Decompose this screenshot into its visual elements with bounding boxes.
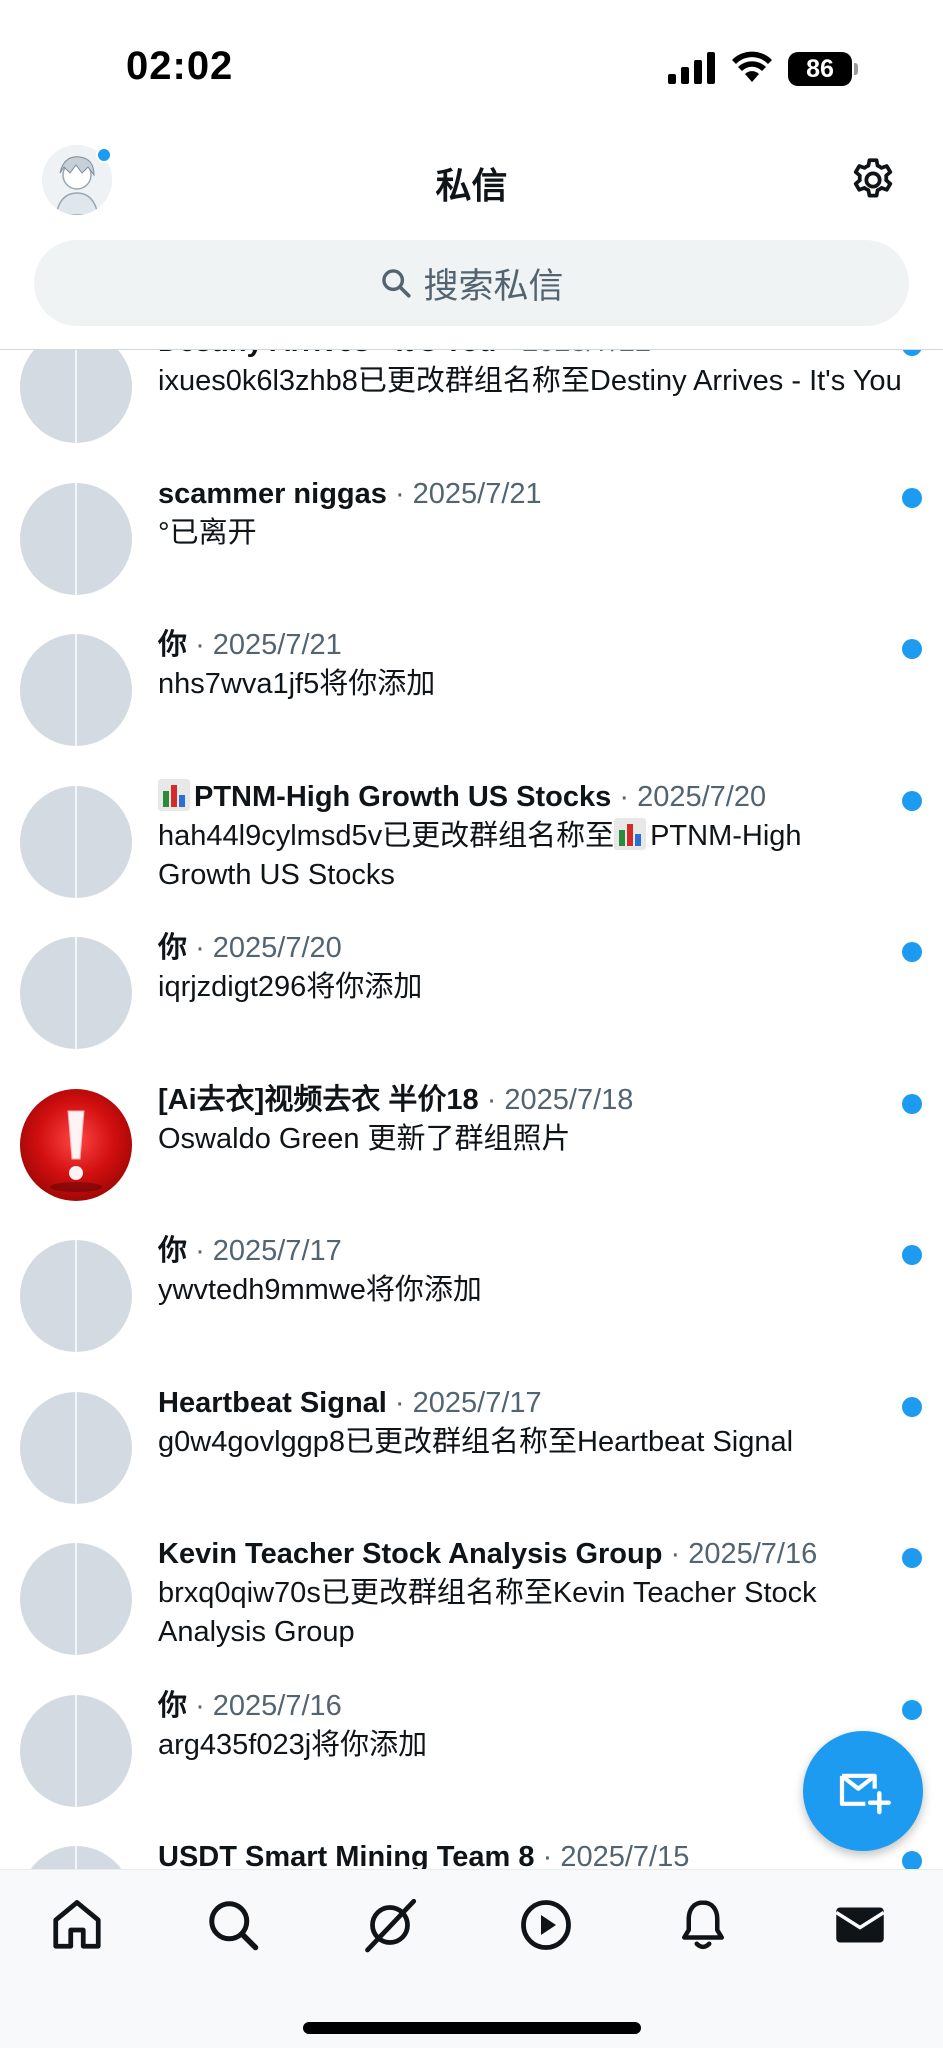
conversation-avatar bbox=[20, 1240, 132, 1352]
battery-icon: 86 bbox=[788, 52, 858, 86]
unread-dot bbox=[902, 1699, 922, 1720]
grok-icon[interactable] bbox=[360, 1895, 420, 1955]
unread-dot bbox=[902, 1851, 922, 1869]
home-icon[interactable] bbox=[47, 1895, 107, 1955]
search-placeholder: 搜索私信 bbox=[423, 266, 564, 306]
conversation-avatar bbox=[20, 1694, 132, 1807]
warning-exclamation-icon bbox=[50, 1110, 102, 1192]
conversation-preview: hah44l9cylmsd5v已更改群组名称至 PTNM-High Growth … bbox=[158, 817, 802, 891]
unread-dot bbox=[902, 1548, 922, 1568]
conversation-avatar bbox=[20, 1846, 132, 1869]
conversation-date: 2025/7/16 bbox=[212, 1689, 342, 1722]
conversation-avatar bbox=[20, 1543, 132, 1655]
conversation-row[interactable]: PTNM-High Growth US Stocks · 2025/7/20 h… bbox=[0, 759, 943, 911]
conversation-row[interactable]: 你 · 2025/7/16 arg435f023j将你添加 bbox=[0, 1668, 943, 1820]
conversation-date: 2025/7/21 bbox=[412, 477, 542, 510]
conversation-name: USDT Smart Mining Team 8 bbox=[158, 1841, 535, 1869]
conversation-row[interactable]: 你 · 2025/7/17 ywvtedh9mmwe将你添加 bbox=[0, 1213, 943, 1365]
conversation-list[interactable]: Destiny Arrives - It's You · 2025/7/22 i… bbox=[0, 324, 943, 1869]
messages-header: 私信 搜索私信 bbox=[0, 135, 943, 350]
conversation-preview: g0w4govlggp8已更改群组名称至Heartbeat Signal bbox=[158, 1425, 794, 1458]
conversation-name: Heartbeat Signal bbox=[158, 1386, 387, 1419]
conversation-avatar bbox=[20, 1088, 132, 1201]
conversation-row[interactable]: [Ai去衣]视频去衣 半价18 · 2025/7/18 Oswaldo Gree… bbox=[0, 1062, 943, 1214]
battery-level: 86 bbox=[788, 52, 852, 86]
conversation-avatar bbox=[20, 634, 132, 746]
conversation-row[interactable]: USDT Smart Mining Team 8 · 2025/7/15 bbox=[0, 1819, 943, 1869]
notifications-icon[interactable] bbox=[673, 1895, 733, 1955]
conversation-row[interactable]: Heartbeat Signal · 2025/7/17 g0w4govlggp… bbox=[0, 1365, 943, 1517]
conversation-date: 2025/7/17 bbox=[412, 1386, 542, 1419]
status-time: 02:02 bbox=[126, 44, 234, 88]
conversation-avatar bbox=[20, 785, 132, 898]
new-message-button[interactable] bbox=[803, 1731, 923, 1851]
unread-dot bbox=[902, 1396, 922, 1417]
conversation-preview: ixues0k6l3zhb8已更改群组名称至Destiny Arrives - … bbox=[158, 365, 902, 397]
search-input[interactable]: 搜索私信 bbox=[34, 240, 909, 326]
conversation-name: 你 bbox=[158, 1235, 188, 1267]
conversation-row[interactable]: Kevin Teacher Stock Analysis Group · 202… bbox=[0, 1516, 943, 1668]
cellular-signal-icon bbox=[668, 52, 715, 84]
conversation-preview: iqrjzdigt296将你添加 bbox=[158, 971, 423, 1003]
conversation-date: 2025/7/21 bbox=[212, 629, 342, 661]
unread-dot bbox=[902, 487, 922, 508]
conversation-row[interactable]: 你 · 2025/7/20 iqrjzdigt296将你添加 bbox=[0, 910, 943, 1062]
profile-notification-dot bbox=[96, 147, 112, 163]
explore-icon[interactable] bbox=[203, 1895, 263, 1955]
unread-dot bbox=[902, 639, 922, 659]
bar-chart-icon bbox=[614, 817, 647, 850]
conversation-preview: arg435f023j将你添加 bbox=[158, 1728, 428, 1761]
conversation-name: 你 bbox=[158, 629, 188, 661]
conversation-avatar bbox=[20, 937, 132, 1049]
conversation-row[interactable]: scammer niggas · 2025/7/21 °已离开 bbox=[0, 456, 943, 608]
conversation-avatar bbox=[20, 482, 132, 595]
conversation-preview: °已离开 bbox=[158, 516, 257, 549]
search-icon bbox=[382, 269, 412, 298]
conversation-name: 你 bbox=[158, 1689, 188, 1722]
conversation-row[interactable]: 你 · 2025/7/21 nhs7wva1jf5将你添加 bbox=[0, 607, 943, 759]
unread-dot bbox=[902, 1093, 922, 1114]
unread-dot bbox=[902, 942, 922, 962]
page-title: 私信 bbox=[435, 165, 508, 206]
conversation-date: 2025/7/16 bbox=[688, 1538, 818, 1570]
unread-dot bbox=[902, 790, 922, 811]
conversation-date: 2025/7/15 bbox=[560, 1841, 690, 1869]
bottom-nav bbox=[0, 1869, 943, 2048]
home-indicator bbox=[303, 2022, 641, 2034]
conversation-avatar bbox=[20, 1391, 132, 1504]
messages-icon[interactable] bbox=[830, 1895, 890, 1955]
conversation-date: 2025/7/20 bbox=[637, 780, 767, 813]
conversation-name: 你 bbox=[158, 932, 188, 964]
conversation-preview: ywvtedh9mmwe将你添加 bbox=[158, 1274, 482, 1306]
wifi-icon bbox=[732, 51, 772, 82]
conversation-name: Kevin Teacher Stock Analysis Group bbox=[158, 1538, 663, 1570]
status-bar: 02:02 86 bbox=[0, 0, 943, 135]
conversation-date: 2025/7/18 bbox=[504, 1083, 634, 1116]
conversation-preview: brxq0qiw70s已更改群组名称至Kevin Teacher Stock A… bbox=[158, 1577, 817, 1648]
conversation-name: scammer niggas bbox=[158, 477, 387, 510]
conversation-name: PTNM-High Growth US Stocks bbox=[194, 780, 612, 813]
conversation-name: [Ai去衣]视频去衣 半价18 bbox=[158, 1083, 479, 1116]
conversation-preview: Oswaldo Green 更新了群组照片 bbox=[158, 1122, 571, 1155]
bar-chart-icon bbox=[158, 778, 190, 811]
video-icon[interactable] bbox=[516, 1895, 576, 1955]
unread-dot bbox=[902, 1245, 922, 1265]
new-message-icon bbox=[839, 1773, 891, 1815]
gear-icon[interactable] bbox=[848, 155, 898, 205]
conversation-date: 2025/7/20 bbox=[212, 932, 342, 964]
conversation-preview: nhs7wva1jf5将你添加 bbox=[158, 668, 436, 700]
conversation-date: 2025/7/17 bbox=[212, 1235, 342, 1267]
